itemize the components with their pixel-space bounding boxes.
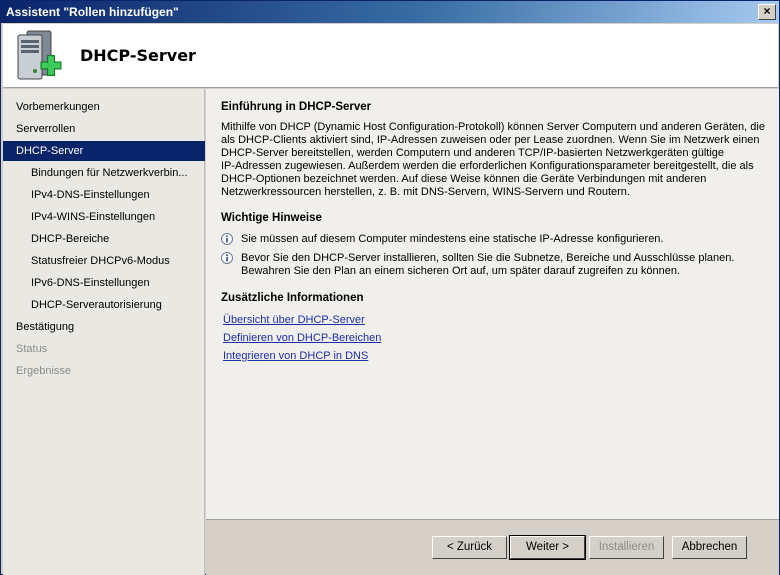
sidebar-item-vorbemerkungen[interactable]: Vorbemerkungen bbox=[3, 97, 205, 117]
notes-heading: Wichtige Hinweise bbox=[221, 212, 322, 224]
back-button[interactable]: < Zurück bbox=[432, 536, 507, 559]
sidebar-item-serverautorisierung[interactable]: DHCP-Serverautorisierung bbox=[3, 295, 205, 315]
main-content: Einführung in DHCP-Server Mithilfe von D… bbox=[206, 89, 779, 519]
sidebar-item-bindungen[interactable]: Bindungen für Netzwerkverbin... bbox=[3, 163, 205, 183]
intro-line: DHCP-Optionen bezeichnet werden. Auf die… bbox=[221, 173, 707, 185]
sidebar-item-ipv4-wins[interactable]: IPv4-WINS-Einstellungen bbox=[3, 207, 205, 227]
sidebar-item-dhcpv6-modus[interactable]: Statusfreier DHCPv6-Modus bbox=[3, 251, 205, 271]
close-icon[interactable]: × bbox=[758, 4, 776, 20]
link-dhcp-dns[interactable]: Integrieren von DHCP in DNS bbox=[223, 350, 368, 362]
wizard-steps-sidebar: Vorbemerkungen Serverrollen DHCP-Server … bbox=[3, 89, 205, 575]
info-icon bbox=[221, 252, 233, 264]
intro-paragraph: Mithilfe von DHCP (Dynamic Host Configur… bbox=[221, 121, 766, 199]
page-title: DHCP-Server bbox=[80, 46, 196, 65]
cancel-button[interactable]: Abbrechen bbox=[672, 536, 747, 559]
note-line: Bevor Sie den DHCP-Server installieren, … bbox=[241, 252, 735, 264]
intro-line: DHCP-Server bereitstellen, werden Comput… bbox=[221, 147, 724, 159]
link-dhcp-scopes[interactable]: Definieren von DHCP-Bereichen bbox=[223, 332, 381, 344]
note-line: Bewahren Sie den Plan an einem sicheren … bbox=[241, 265, 681, 277]
link-dhcp-overview[interactable]: Übersicht über DHCP-Server bbox=[223, 314, 365, 326]
sidebar-item-ergebnisse: Ergebnisse bbox=[16, 365, 72, 377]
sidebar-item-dhcp-bereiche[interactable]: DHCP-Bereiche bbox=[3, 229, 205, 249]
intro-line: Mithilfe von DHCP (Dynamic Host Configur… bbox=[221, 121, 765, 133]
note-text: Bevor Sie den DHCP-Server installieren, … bbox=[241, 252, 766, 278]
wizard-window: Assistent "Rollen hinzufügen" × DHCP-Ser… bbox=[0, 0, 780, 575]
note-line: Sie müssen auf diesem Computer mindesten… bbox=[241, 233, 664, 245]
title-bar[interactable]: Assistent "Rollen hinzufügen" × bbox=[1, 1, 779, 23]
sidebar-item-bestaetigung[interactable]: Bestätigung bbox=[3, 317, 205, 337]
note-text: Sie müssen auf diesem Computer mindesten… bbox=[241, 233, 766, 246]
info-icon bbox=[221, 233, 233, 245]
info-heading: Zusätzliche Informationen bbox=[221, 292, 364, 304]
server-add-icon bbox=[17, 30, 62, 80]
sidebar-item-status: Status bbox=[16, 343, 48, 355]
sidebar-item-ipv6-dns[interactable]: IPv6-DNS-Einstellungen bbox=[3, 273, 205, 293]
wizard-header: DHCP-Server bbox=[3, 24, 778, 88]
intro-heading: Einführung in DHCP-Server bbox=[221, 101, 372, 113]
next-button[interactable]: Weiter > bbox=[509, 535, 586, 560]
intro-line: IP-Adressen zugewiesen. Außerdem werden … bbox=[221, 160, 754, 172]
sidebar-item-ipv4-dns[interactable]: IPv4-DNS-Einstellungen bbox=[3, 185, 205, 205]
window-title: Assistent "Rollen hinzufügen" bbox=[6, 5, 179, 19]
button-bar: < Zurück Weiter > Installieren Abbrechen bbox=[206, 519, 779, 575]
intro-line: Netzwerkressourcen herstellen, z. B. mit… bbox=[221, 186, 630, 198]
sidebar-item-dhcp-server[interactable]: DHCP-Server bbox=[3, 141, 205, 161]
intro-line: als DHCP-Clients aktiviert sind, IP-Adre… bbox=[221, 134, 760, 146]
install-button: Installieren bbox=[589, 536, 664, 559]
sidebar-item-serverrollen[interactable]: Serverrollen bbox=[3, 119, 205, 139]
